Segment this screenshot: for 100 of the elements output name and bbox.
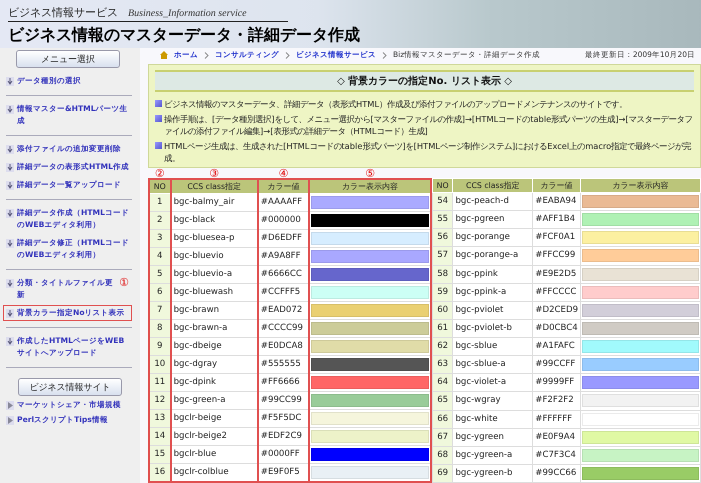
color-value-cell: #FF6666	[258, 374, 310, 392]
description-text: HTMLページ生成は、生成された[HTMLコードのtable形式パーツ]を[HTMLページ制作システム]におけるExcel上のmacro指定で最終ページが完成。	[164, 140, 692, 164]
chevron-icon	[204, 52, 209, 58]
class-name-cell: bgc-sblue	[452, 338, 533, 356]
color-value-cell: #D6EDFF	[258, 230, 310, 248]
row-number-cell: 69	[432, 464, 453, 482]
color-value-cell: #A1FAFC	[532, 338, 581, 356]
chevron-icon	[382, 52, 387, 58]
row-number-cell: 4	[149, 248, 171, 266]
down-arrow-icon	[6, 309, 14, 318]
color-value-cell: #FFCC99	[532, 246, 581, 265]
class-name-cell: bgc-dpink	[170, 374, 258, 392]
color-value-cell: #E9E2D5	[532, 265, 581, 284]
down-arrow-icon	[6, 181, 14, 190]
color-value-cell: #A9A8FF	[258, 248, 310, 266]
color-value-cell: #FCF0A1	[532, 228, 581, 247]
row-number-cell: 1	[149, 194, 171, 212]
menu-select-button[interactable]: メニュー選択	[16, 50, 120, 68]
class-name-cell: bgc-ppink	[452, 265, 533, 284]
color-value-cell: #99CC66	[532, 464, 581, 482]
color-value-cell: #FFFFFF	[532, 410, 581, 428]
class-name-cell: bgclr-beige	[170, 410, 258, 428]
row-number-cell: 14	[149, 428, 171, 446]
class-name-cell: bgc-pgreen	[452, 210, 533, 229]
row-number-cell: 63	[432, 356, 453, 374]
class-name-cell: bgc-dbeige	[170, 338, 258, 356]
annotation-number: ④	[278, 167, 289, 180]
down-arrow-icon	[6, 279, 14, 288]
color-value-cell: #F2F2F2	[532, 392, 581, 410]
class-name-cell: bgc-ppink-a	[452, 283, 533, 302]
down-arrow-icon	[6, 105, 14, 114]
class-name-cell: bgc-pviolet-b	[452, 319, 533, 338]
row-number-cell: 66	[432, 410, 453, 428]
color-value-cell: #D2CED9	[532, 301, 581, 320]
class-name-cell: bgc-bluevio	[170, 248, 258, 266]
row-number-cell: 5	[149, 266, 171, 284]
row-number-cell: 10	[149, 356, 171, 374]
row-number-cell: 59	[432, 283, 453, 302]
row-number-cell: 58	[432, 265, 453, 284]
row-number-cell: 3	[149, 230, 171, 248]
class-name-cell: bgc-brawn-a	[170, 320, 258, 338]
class-name-cell: bgc-ygreen-b	[452, 464, 533, 482]
class-name-cell: bgc-green-a	[170, 392, 258, 410]
site-name-english: Business_Information service	[128, 8, 247, 19]
color-value-cell: #6666CC	[258, 266, 310, 284]
row-number-cell: 64	[432, 374, 453, 392]
class-name-cell: bgc-sblue-a	[452, 356, 533, 374]
class-name-cell: bgc-brawn	[170, 302, 258, 320]
class-name-cell: bgc-violet-a	[452, 374, 533, 392]
class-name-cell: bgc-black	[170, 212, 258, 230]
row-number-cell: 16	[149, 464, 171, 482]
bullet-icon	[155, 142, 162, 149]
class-name-cell: bgc-peach-d	[452, 192, 533, 211]
page-title: ビジネス情報のマスターデータ・詳細データ作成	[8, 25, 361, 46]
class-name-cell: bgc-porange	[452, 228, 533, 247]
annotation-number: ③	[209, 167, 220, 180]
class-name-cell: bgc-pviolet	[452, 301, 533, 320]
site-button[interactable]: ビジネス情報サイト	[18, 378, 122, 396]
color-value-cell: #F5F5DC	[258, 410, 310, 428]
class-name-cell: bgc-dgray	[170, 356, 258, 374]
color-value-cell: #555555	[258, 356, 310, 374]
color-value-cell: #C7F3C4	[532, 446, 581, 464]
color-value-cell: #AFF1B4	[532, 210, 581, 229]
down-arrow-icon	[6, 163, 14, 172]
color-value-cell: #EABA94	[532, 192, 581, 211]
row-number-cell: 8	[149, 320, 171, 338]
site-name: ビジネス情報サービス	[8, 5, 118, 20]
row-number-cell: 13	[149, 410, 171, 428]
color-value-cell: #000000	[258, 212, 310, 230]
down-arrow-icon	[6, 145, 14, 154]
class-name-cell: bgc-bluesea-p	[170, 230, 258, 248]
class-name-cell: bgc-wgray	[452, 392, 533, 410]
class-name-cell: bgc-balmy_air	[170, 194, 258, 212]
annotation-number: ⑤	[365, 167, 376, 180]
row-number-cell: 68	[432, 446, 453, 464]
class-name-cell: bgc-white	[452, 410, 533, 428]
color-value-cell: #CCFFF5	[258, 284, 310, 302]
color-value-cell: #E9F0F5	[258, 464, 310, 482]
row-number-cell: 6	[149, 284, 171, 302]
color-value-cell: #E0F9A4	[532, 428, 581, 446]
down-arrow-icon	[6, 77, 14, 86]
row-number-cell: 56	[432, 228, 453, 247]
description-text: ビジネス情報のマスターデータ、詳細データ（表形式HTML）作成及び添付ファイルのアップロードメンテナンスのサイトです。	[164, 98, 628, 110]
row-number-cell: 62	[432, 338, 453, 356]
bullet-icon	[155, 115, 162, 122]
class-name-cell: bgc-ygreen	[452, 428, 533, 446]
row-number-cell: 7	[149, 302, 171, 320]
down-arrow-icon	[6, 337, 14, 346]
color-value-cell: #FFCCCC	[532, 283, 581, 302]
color-value-cell: #0000FF	[258, 446, 310, 464]
annotation-number: ①	[119, 277, 129, 291]
home-icon	[160, 51, 168, 59]
color-value-cell: #D0CBC4	[532, 319, 581, 338]
right-triangle-icon	[6, 401, 14, 410]
row-number-cell: 11	[149, 374, 171, 392]
row-number-cell: 15	[149, 446, 171, 464]
row-number-cell: 2	[149, 212, 171, 230]
class-name-cell: bgc-ygreen-a	[452, 446, 533, 464]
color-value-cell: #E0DCA8	[258, 338, 310, 356]
bullet-icon	[155, 100, 162, 107]
